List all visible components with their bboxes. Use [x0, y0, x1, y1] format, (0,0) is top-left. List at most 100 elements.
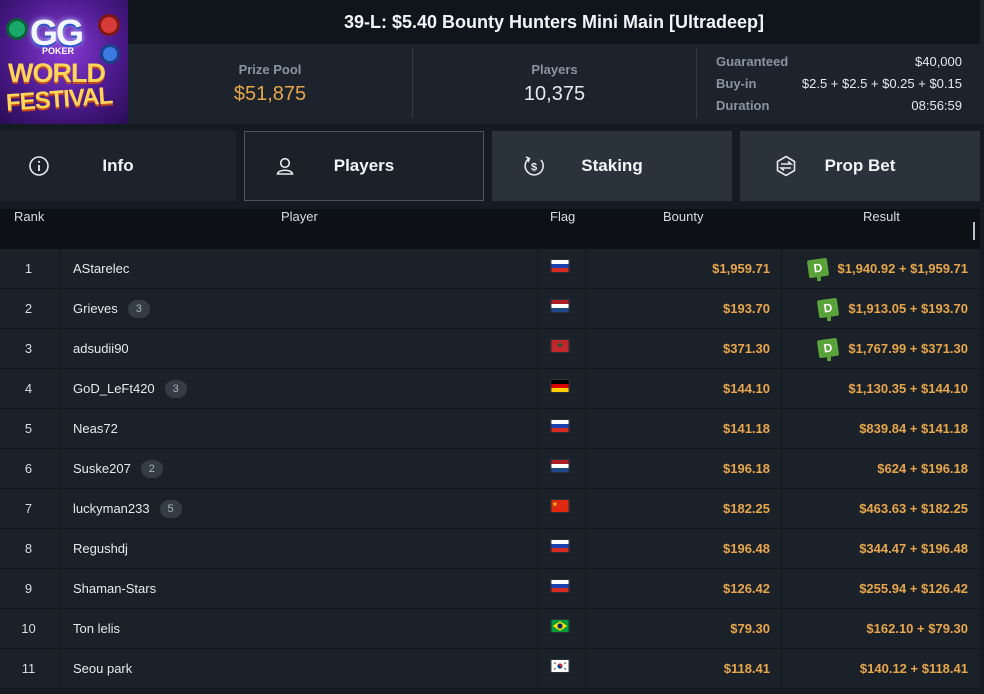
- flag-cell: [550, 539, 570, 555]
- result-cell: $162.10 + $79.30: [782, 609, 968, 649]
- player-cell[interactable]: Shaman-Stars: [73, 569, 156, 609]
- result-cell: D $1,940.92 + $1,959.71: [782, 249, 968, 289]
- divider: [537, 369, 538, 408]
- players-stat: Players 10,375: [413, 44, 696, 124]
- player-cell[interactable]: Neas72: [73, 409, 118, 449]
- flag-cell: [550, 339, 570, 355]
- rank-cell: 9: [24, 581, 33, 596]
- flag-cell: [550, 299, 570, 315]
- tournament-details: Guaranteed $40,000 Buy-in $2.5 + $2.5 + …: [716, 50, 962, 116]
- bounty-cell: $126.42: [723, 581, 770, 596]
- column-flag[interactable]: Flag: [550, 209, 575, 249]
- rank-cell: 10: [21, 621, 36, 636]
- result-value: $839.84 + $141.18: [859, 421, 968, 436]
- table-row[interactable]: 6 Suske207 2 $196.18 $624 + $196.18: [0, 449, 980, 489]
- south-korea-flag-icon: [550, 659, 570, 673]
- column-result[interactable]: Result: [863, 209, 900, 249]
- rank-cell: 1: [24, 261, 33, 276]
- divider: [60, 609, 61, 648]
- result-cell: $140.12 + $118.41: [782, 649, 968, 689]
- table-row[interactable]: 2 Grieves 3 $193.70 D $1,913.05 + $193.7…: [0, 289, 980, 329]
- rank-cell: 7: [24, 501, 33, 516]
- divider: [60, 489, 61, 528]
- result-cell: $624 + $196.18: [782, 449, 968, 489]
- detail-row-guaranteed: Guaranteed $40,000: [716, 53, 962, 69]
- player-name: Ton lelis: [73, 621, 120, 636]
- player-cell[interactable]: adsudii90: [73, 329, 129, 369]
- table-header: Rank Player Flag Bounty Result: [0, 209, 980, 249]
- divider: [537, 649, 538, 688]
- tab-prop-bet[interactable]: Prop Bet: [740, 131, 980, 201]
- tab-info[interactable]: Info: [0, 131, 236, 201]
- prize-pool-label: Prize Pool: [238, 62, 302, 77]
- bounty-cell: $1,959.71: [712, 261, 770, 276]
- russia-flag-icon: [550, 579, 570, 593]
- player-badge: 5: [159, 500, 182, 518]
- bounty-cell: $141.18: [723, 421, 770, 436]
- tab-prop-bet-label: Prop Bet: [824, 156, 896, 175]
- divider: [537, 569, 538, 608]
- russia-flag-icon: [550, 259, 570, 273]
- players-label: Players: [531, 62, 578, 77]
- flag-cell: [550, 459, 570, 475]
- flag-cell: [550, 379, 570, 395]
- player-cell[interactable]: Ton lelis: [73, 609, 120, 649]
- divider: [537, 289, 538, 328]
- player-name: Grieves: [73, 301, 118, 316]
- morocco-flag-icon: [550, 339, 570, 353]
- player-name: Regushdj: [73, 541, 128, 556]
- player-cell[interactable]: Seou park: [73, 649, 132, 689]
- table-row[interactable]: 3 adsudii90 $371.30 D $1,767.99 + $371.3…: [0, 329, 980, 369]
- divider: [537, 489, 538, 528]
- table-row[interactable]: 10 Ton lelis $79.30 $162.10 + $79.30: [0, 609, 980, 649]
- player-name: AStarelec: [73, 261, 130, 276]
- player-cell[interactable]: Suske207 2: [73, 449, 163, 489]
- netherlands-flag-icon: [550, 299, 570, 313]
- brazil-flag-icon: [550, 619, 570, 633]
- table-row[interactable]: 1 AStarelec $1,959.71 D $1,940.92 + $1,9…: [0, 249, 980, 289]
- players-table: Rank Player Flag Bounty Result 1 AStarel…: [0, 209, 980, 689]
- rank-cell: 11: [21, 661, 36, 676]
- divider: [537, 249, 538, 288]
- table-row[interactable]: 5 Neas72 $141.18 $839.84 + $141.18: [0, 409, 980, 449]
- table-row[interactable]: 11 Seou park $118.41 $140.12 + $118.41: [0, 649, 980, 689]
- prize-pool-stat: Prize Pool $51,875: [128, 44, 412, 124]
- table-row[interactable]: 7 luckyman233 5 $182.25 $463.63 + $182.2…: [0, 489, 980, 529]
- player-badge: 3: [127, 300, 150, 318]
- divider: [60, 649, 61, 688]
- result-value: $463.63 + $182.25: [859, 501, 968, 516]
- netherlands-flag-icon: [550, 459, 570, 473]
- bounty-cell: $118.41: [723, 661, 770, 676]
- player-cell[interactable]: Grieves 3: [73, 289, 150, 329]
- result-cell: $463.63 + $182.25: [782, 489, 968, 529]
- tab-staking[interactable]: $ Staking: [492, 131, 732, 201]
- rank-cell: 3: [24, 341, 33, 356]
- column-player[interactable]: Player: [281, 209, 318, 249]
- tab-players[interactable]: Players: [244, 131, 484, 201]
- table-row[interactable]: 4 GoD_LeFt420 3 $144.10 $1,130.35 + $144…: [0, 369, 980, 409]
- column-bounty[interactable]: Bounty: [663, 209, 703, 249]
- result-cell: D $1,913.05 + $193.70: [782, 289, 968, 329]
- table-row[interactable]: 9 Shaman-Stars $126.42 $255.94 + $126.42: [0, 569, 980, 609]
- player-cell[interactable]: luckyman233 5: [73, 489, 182, 529]
- bounty-cell: $182.25: [723, 501, 770, 516]
- result-value: $255.94 + $126.42: [859, 581, 968, 596]
- detail-row-duration: Duration 08:56:59: [716, 97, 962, 113]
- tab-info-label: Info: [102, 156, 134, 175]
- player-name: Suske207: [73, 461, 131, 476]
- bounty-cell: $196.48: [723, 541, 770, 556]
- table-body: 1 AStarelec $1,959.71 D $1,940.92 + $1,9…: [0, 249, 980, 689]
- player-cell[interactable]: GoD_LeFt420 3: [73, 369, 187, 409]
- column-rank[interactable]: Rank: [14, 209, 44, 249]
- germany-flag-icon: [550, 379, 570, 393]
- tab-players-label: Players: [333, 156, 395, 175]
- prize-pool-value: $51,875: [233, 83, 307, 105]
- player-badge: 2: [140, 460, 163, 478]
- divider: [537, 529, 538, 568]
- player-cell[interactable]: AStarelec: [73, 249, 129, 289]
- result-cell: $255.94 + $126.42: [782, 569, 968, 609]
- divider: [537, 449, 538, 488]
- column-resize-handle[interactable]: [973, 222, 975, 240]
- player-cell[interactable]: Regushdj: [73, 529, 128, 569]
- table-row[interactable]: 8 Regushdj $196.48 $344.47 + $196.48: [0, 529, 980, 569]
